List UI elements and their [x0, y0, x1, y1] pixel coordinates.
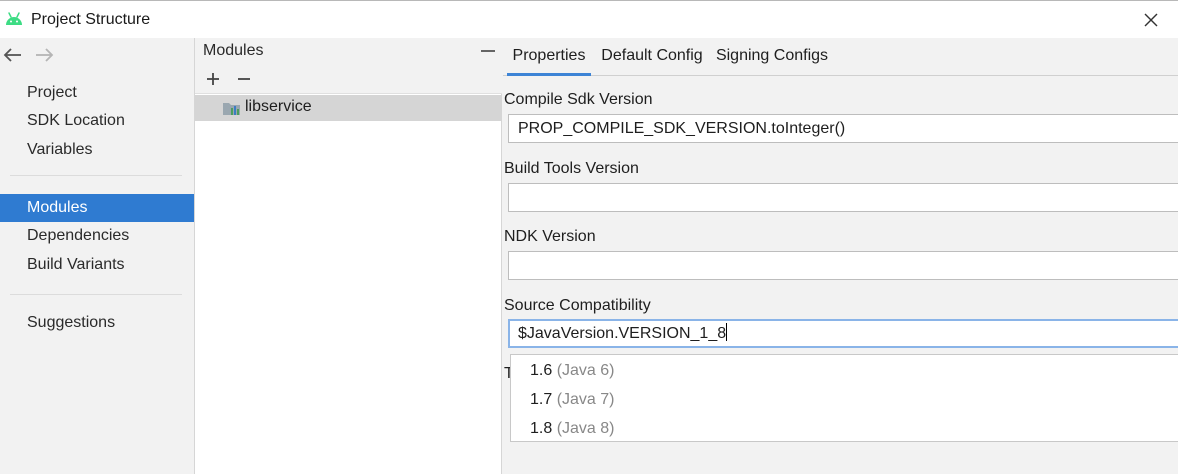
- left-nav: Project SDK Location Variables Modules D…: [0, 38, 194, 474]
- nav-item-sdk-location[interactable]: SDK Location: [0, 107, 194, 135]
- dropdown-option[interactable]: 1.7 (Java 7): [511, 385, 1178, 414]
- title-bar: Project Structure: [0, 0, 1178, 38]
- nav-divider: [10, 175, 182, 176]
- nav-item-build-variants[interactable]: Build Variants: [0, 251, 194, 279]
- modules-toolbar: [195, 64, 502, 94]
- nav-item-modules[interactable]: Modules: [0, 194, 194, 222]
- module-folder-icon: [223, 103, 240, 115]
- compile-sdk-input[interactable]: PROP_COMPILE_SDK_VERSION.toInteger(): [508, 114, 1178, 143]
- modules-title: Modules: [203, 42, 264, 59]
- remove-module-icon[interactable]: [235, 70, 253, 88]
- ndk-version-label: NDK Version: [504, 228, 596, 245]
- ndk-version-input[interactable]: [508, 251, 1178, 280]
- text-caret: [726, 323, 728, 341]
- source-compat-input[interactable]: $JavaVersion.VERSION_1_8: [508, 319, 1178, 348]
- source-compat-dropdown: 1.6 (Java 6) 1.7 (Java 7) 1.8 (Java 8): [510, 354, 1178, 442]
- option-hint: (Java 7): [556, 391, 615, 408]
- tab-signing-configs[interactable]: Signing Configs: [714, 38, 830, 76]
- source-compat-value: $JavaVersion.VERSION_1_8: [518, 325, 727, 342]
- option-hint: (Java 6): [556, 362, 615, 379]
- option-value: 1.6: [530, 362, 553, 379]
- properties-pane: Properties Default Config Signing Config…: [503, 38, 1178, 474]
- minimize-icon[interactable]: [479, 42, 497, 60]
- window-title: Project Structure: [31, 11, 151, 28]
- module-label: libservice: [245, 98, 312, 115]
- dropdown-option[interactable]: 1.8 (Java 8): [511, 414, 1178, 443]
- window-top-border: [0, 0, 1178, 1]
- build-tools-label: Build Tools Version: [504, 160, 639, 177]
- compile-sdk-label: Compile Sdk Version: [504, 91, 653, 108]
- module-item-libservice[interactable]: libservice: [195, 95, 502, 121]
- tab-bar: Properties Default Config Signing Config…: [503, 38, 1178, 76]
- nav-item-dependencies[interactable]: Dependencies: [0, 222, 194, 250]
- nav-item-suggestions[interactable]: Suggestions: [0, 309, 194, 337]
- close-button[interactable]: [1139, 8, 1163, 32]
- nav-divider: [10, 294, 182, 295]
- nav-history: [0, 38, 194, 72]
- option-hint: (Java 8): [556, 420, 615, 437]
- tab-properties[interactable]: Properties: [507, 38, 591, 76]
- source-compat-label: Source Compatibility: [504, 297, 651, 314]
- modules-pane: Modules libservice: [194, 38, 502, 474]
- tab-default-config[interactable]: Default Config: [598, 38, 706, 76]
- dropdown-option[interactable]: 1.6 (Java 6): [511, 356, 1178, 385]
- option-value: 1.8: [530, 420, 553, 437]
- modules-header: Modules: [195, 38, 502, 64]
- nav-item-project[interactable]: Project: [0, 79, 194, 107]
- add-module-icon[interactable]: [204, 70, 222, 88]
- forward-arrow-icon[interactable]: [33, 46, 55, 64]
- back-arrow-icon[interactable]: [2, 46, 24, 64]
- build-tools-input[interactable]: [508, 183, 1178, 212]
- nav-item-variables[interactable]: Variables: [0, 136, 194, 164]
- android-icon: [6, 12, 22, 25]
- close-icon[interactable]: [1144, 13, 1158, 27]
- option-value: 1.7: [530, 391, 553, 408]
